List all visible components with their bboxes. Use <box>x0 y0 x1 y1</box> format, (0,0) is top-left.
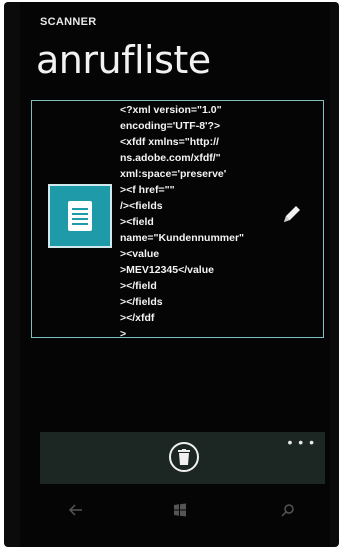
back-arrow-icon <box>69 504 82 516</box>
trash-icon <box>178 449 190 465</box>
windows-logo-icon <box>174 503 186 517</box>
more-button[interactable]: • • • <box>288 434 315 450</box>
delete-button[interactable] <box>169 442 199 472</box>
back-button[interactable] <box>66 500 86 520</box>
document-tile[interactable] <box>48 184 112 248</box>
content-line: name="Kundennummer" <box>120 232 245 244</box>
content-line: ><value <box>120 248 160 260</box>
start-button[interactable] <box>170 500 190 520</box>
search-icon <box>281 504 294 517</box>
content-line: <?xml version="1.0" <box>120 104 222 116</box>
content-line: ></xfdf <box>120 312 155 324</box>
pencil-icon[interactable] <box>280 202 304 226</box>
search-button[interactable] <box>278 500 298 520</box>
content-line: ><f href="" <box>120 184 175 196</box>
document-icon <box>68 201 92 231</box>
content-line: /><fields <box>120 200 163 212</box>
app-name: SCANNER <box>40 16 97 28</box>
content-line: > <box>120 328 127 340</box>
content-line: encoding='UTF-8'?> <box>120 120 221 132</box>
page-title: anrufliste <box>36 38 211 82</box>
content-line: ></field <box>120 280 157 292</box>
scan-content: <?xml version="1.0" encoding='UTF-8'?> <… <box>120 102 296 342</box>
content-line: ns.adobe.com/xfdf/" <box>120 152 221 164</box>
phone-frame: SCANNER anrufliste <?xml version="1.0" e… <box>4 2 339 547</box>
content-line: ><field <box>120 216 154 228</box>
content-line: xml:space='preserve' <box>120 168 227 180</box>
app-bar: • • • <box>40 432 325 484</box>
content-line: ></fields <box>120 296 163 308</box>
content-line: >MEV12345</value <box>120 264 214 276</box>
content-line: <xfdf xmlns="http:// <box>120 136 219 148</box>
